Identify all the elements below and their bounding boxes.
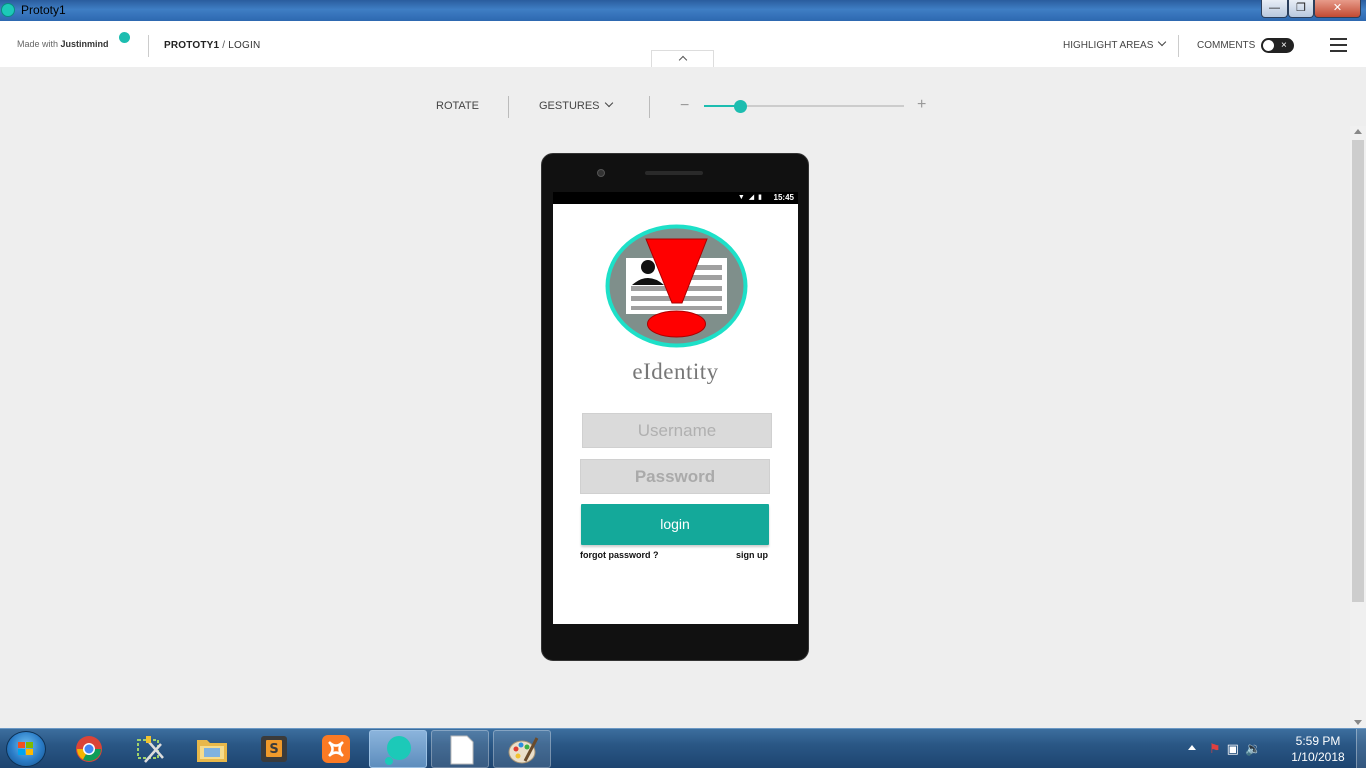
minimize-button[interactable]: — bbox=[1261, 0, 1288, 18]
hamburger-menu-icon[interactable] bbox=[1330, 38, 1347, 52]
forgot-password-link[interactable]: forgot password ? bbox=[580, 550, 659, 560]
toolbar-divider bbox=[649, 96, 650, 118]
chevron-down-icon bbox=[1158, 37, 1167, 47]
vertical-scrollbar[interactable] bbox=[1350, 126, 1366, 728]
header-divider bbox=[1178, 35, 1179, 57]
made-with-link[interactable]: Made with Justinmind bbox=[17, 39, 109, 49]
taskbar-clock[interactable]: 5:59 PM 1/10/2018 bbox=[1284, 733, 1352, 765]
svg-text:S: S bbox=[269, 742, 278, 757]
app-name-title: eIdentity bbox=[632, 359, 719, 384]
sublime-text-icon[interactable]: S bbox=[245, 730, 303, 768]
windows-taskbar: S bbox=[0, 728, 1366, 768]
window-title: Prototy1 bbox=[21, 3, 66, 17]
volume-icon[interactable]: 🔉 bbox=[1245, 741, 1267, 756]
xampp-icon[interactable] bbox=[307, 730, 365, 768]
breadcrumb: PROTOTY1 / LOGIN bbox=[164, 40, 260, 51]
breadcrumb-project[interactable]: PROTOTY1 bbox=[164, 40, 219, 51]
close-button[interactable]: ✕ bbox=[1314, 0, 1361, 18]
collapse-header-button[interactable] bbox=[651, 50, 714, 67]
highlight-areas-label: HIGHLIGHT AREAS bbox=[1063, 40, 1154, 51]
app-icon bbox=[1, 3, 15, 17]
scroll-up-arrow-icon[interactable] bbox=[1354, 129, 1362, 134]
status-time: 15:45 bbox=[773, 193, 794, 202]
scrollbar-thumb[interactable] bbox=[1352, 140, 1364, 602]
network-icon[interactable]: ▣ bbox=[1227, 741, 1245, 756]
header-divider bbox=[148, 35, 149, 57]
toggle-knob bbox=[1263, 40, 1274, 51]
brand-dot-icon bbox=[119, 32, 130, 43]
justinmind-icon[interactable] bbox=[369, 730, 427, 768]
highlight-areas-dropdown[interactable]: HIGHLIGHT AREAS bbox=[1063, 37, 1167, 51]
breadcrumb-separator: / bbox=[219, 40, 229, 51]
zoom-slider-handle[interactable] bbox=[734, 100, 747, 113]
chevron-up-icon bbox=[678, 55, 688, 65]
phone-status-bar: ▼◢▮ 15:45 bbox=[553, 192, 798, 204]
zoom-in-button[interactable]: + bbox=[917, 96, 926, 114]
document-icon[interactable] bbox=[431, 730, 489, 768]
phone-frame: ▼◢▮ 15:45 eIdentity Username Password lo… bbox=[541, 153, 809, 661]
windows-logo-icon bbox=[18, 742, 34, 756]
paint-icon[interactable] bbox=[493, 730, 551, 768]
show-hidden-icons-arrow-icon[interactable] bbox=[1188, 745, 1196, 750]
eidentity-logo bbox=[605, 224, 748, 348]
login-button[interactable]: login bbox=[581, 504, 769, 545]
brand-name: Justinmind bbox=[60, 39, 109, 49]
password-input[interactable]: Password bbox=[580, 459, 770, 494]
scroll-down-arrow-icon[interactable] bbox=[1354, 720, 1362, 725]
camera-icon bbox=[597, 169, 605, 177]
start-button[interactable] bbox=[6, 731, 46, 767]
action-center-flag-icon[interactable]: ⚑ bbox=[1209, 741, 1227, 756]
chrome-icon[interactable] bbox=[61, 730, 119, 768]
zoom-out-button[interactable]: − bbox=[680, 97, 689, 115]
system-tray[interactable]: ⚑▣🔉 bbox=[1209, 741, 1267, 757]
breadcrumb-page: LOGIN bbox=[228, 40, 261, 51]
close-icon: × bbox=[1281, 40, 1287, 51]
phone-screen: eIdentity Username Password login forgot… bbox=[553, 204, 798, 624]
clock-time: 5:59 PM bbox=[1295, 734, 1341, 748]
comments-label: COMMENTS bbox=[1197, 40, 1256, 51]
file-explorer-icon[interactable] bbox=[183, 730, 241, 768]
gestures-dropdown[interactable]: GESTURES bbox=[539, 98, 613, 112]
show-desktop-button[interactable] bbox=[1356, 729, 1366, 768]
maximize-button[interactable]: ❐ bbox=[1288, 0, 1314, 18]
speaker-grille bbox=[645, 171, 703, 175]
chevron-down-icon bbox=[604, 98, 613, 108]
status-icons: ▼◢▮ bbox=[737, 194, 766, 201]
username-input[interactable]: Username bbox=[582, 413, 772, 448]
sign-up-link[interactable]: sign up bbox=[736, 550, 768, 560]
clock-date: 1/10/2018 bbox=[1291, 750, 1345, 764]
rotate-button[interactable]: ROTATE bbox=[436, 100, 479, 112]
gestures-label: GESTURES bbox=[539, 100, 600, 112]
window-titlebar: Prototy1 — ❐ ✕ bbox=[0, 0, 1366, 21]
toolbar-divider bbox=[508, 96, 509, 118]
comments-toggle[interactable]: × bbox=[1261, 38, 1294, 53]
snipping-tool-icon[interactable] bbox=[121, 730, 179, 768]
made-with-prefix: Made with bbox=[17, 39, 59, 49]
